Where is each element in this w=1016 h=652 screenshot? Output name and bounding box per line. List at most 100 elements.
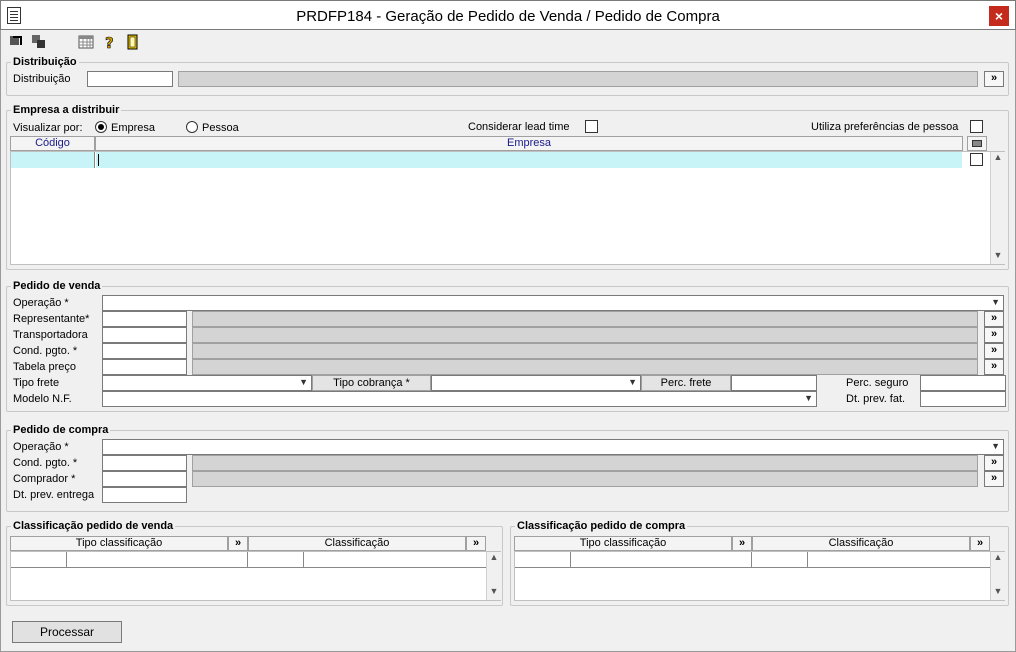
class-venda-col-class[interactable]: Classificação [248, 536, 466, 551]
representante-description [192, 311, 978, 327]
select-all-column[interactable] [967, 136, 987, 151]
class-compra-col-tipo[interactable]: Tipo classificação [514, 536, 732, 551]
distribuicao-lookup-button[interactable]: » [984, 71, 1004, 87]
class-compra-class-lookup-button[interactable]: » [970, 536, 990, 551]
col-codigo[interactable]: Código [10, 136, 95, 151]
comprador-label: Comprador * [13, 473, 76, 485]
lead-time-label: Considerar lead time [468, 121, 570, 133]
representante-label: Representante* [13, 313, 90, 325]
class-compra-row-cell[interactable] [752, 552, 808, 568]
radio-pessoa[interactable] [186, 121, 198, 133]
pref-pessoa-checkbox[interactable] [970, 120, 983, 133]
arrow-in-icon[interactable] [7, 34, 25, 52]
compra-cond-description [192, 455, 978, 471]
modelo-nf-select[interactable]: ▼ [102, 391, 817, 407]
compra-operacao-select[interactable]: ▼ [102, 439, 1004, 455]
tipo-cobranca-label: Tipo cobrança * [312, 375, 431, 391]
comprador-input[interactable] [102, 471, 187, 487]
exit-door-icon[interactable] [124, 34, 142, 52]
perc-seguro-label: Perc. seguro [846, 377, 909, 389]
perc-seguro-input[interactable] [920, 375, 1006, 391]
tipo-frete-label: Tipo frete [13, 377, 60, 389]
chevron-down-icon: ▼ [991, 297, 1000, 307]
chevron-down-icon: ▼ [804, 393, 813, 403]
select-all-icon [972, 140, 982, 147]
scroll-up-icon[interactable]: ▲ [487, 552, 501, 566]
close-button[interactable]: × [989, 6, 1009, 26]
comprador-description [192, 471, 978, 487]
class-venda-row-cell[interactable] [304, 552, 486, 568]
venda-cond-description [192, 343, 978, 359]
class-venda-legend: Classificação pedido de venda [11, 520, 176, 532]
representante-lookup-button[interactable]: » [984, 311, 1004, 327]
tipo-frete-select[interactable]: ▼ [102, 375, 312, 391]
distribuicao-code-input[interactable] [87, 71, 173, 87]
pref-pessoa-label: Utiliza preferências de pessoa [811, 121, 959, 133]
dt-fat-input[interactable] [920, 391, 1006, 407]
grid-row-empresa-cell[interactable] [96, 152, 962, 168]
class-venda-row-cell[interactable] [67, 552, 248, 568]
tabela-lookup-button[interactable]: » [984, 359, 1004, 375]
scroll-up-icon[interactable]: ▲ [991, 152, 1005, 166]
representante-input[interactable] [102, 311, 187, 327]
calendar-grid-icon[interactable] [77, 34, 95, 52]
dt-entrega-input[interactable] [102, 487, 187, 503]
scroll-up-icon[interactable]: ▲ [991, 552, 1005, 566]
tipo-cobranca-select[interactable]: ▼ [431, 375, 641, 391]
grid-row-checkbox[interactable] [970, 153, 983, 166]
venda-cond-label: Cond. pgto. * [13, 345, 78, 357]
tabela-label: Tabela preço [13, 361, 76, 373]
class-compra-row-cell[interactable] [515, 552, 571, 568]
scroll-down-icon[interactable]: ▼ [991, 586, 1005, 600]
empresa-grid[interactable] [10, 151, 1005, 265]
dt-entrega-label: Dt. prev. entrega [13, 489, 95, 501]
class-venda-row-cell[interactable] [248, 552, 304, 568]
venda-legend: Pedido de venda [11, 280, 103, 292]
class-venda-col-tipo[interactable]: Tipo classificação [10, 536, 228, 551]
window-title: PRDFP184 - Geração de Pedido de Venda / … [296, 8, 720, 25]
class-compra-scrollbar[interactable]: ▲ ▼ [990, 552, 1005, 600]
comprador-lookup-button[interactable]: » [984, 471, 1004, 487]
processar-button[interactable]: Processar [12, 621, 122, 643]
venda-cond-input[interactable] [102, 343, 187, 359]
help-icon[interactable]: ? [101, 34, 119, 53]
chevron-down-icon: ▼ [299, 377, 308, 387]
radio-empresa[interactable] [95, 121, 107, 133]
radio-empresa-label: Empresa [111, 122, 156, 134]
grid-row-codigo-cell[interactable] [11, 152, 95, 168]
compra-cond-lookup-button[interactable]: » [984, 455, 1004, 471]
chevron-down-icon: ▼ [991, 441, 1000, 451]
venda-operacao-select[interactable]: ▼ [102, 295, 1004, 311]
perc-frete-input[interactable] [731, 375, 817, 391]
class-venda-class-lookup-button[interactable]: » [466, 536, 486, 551]
svg-text:?: ? [105, 34, 114, 50]
scroll-down-icon[interactable]: ▼ [487, 586, 501, 600]
class-compra-row-cell[interactable] [571, 552, 752, 568]
venda-cond-lookup-button[interactable]: » [984, 343, 1004, 359]
transportadora-input[interactable] [102, 327, 187, 343]
compra-cond-label: Cond. pgto. * [13, 457, 78, 469]
dt-fat-label: Dt. prev. fat. [846, 393, 906, 405]
empresa-grid-scrollbar[interactable]: ▲ ▼ [990, 152, 1005, 264]
distribuicao-legend: Distribuição [11, 56, 79, 68]
class-venda-scrollbar[interactable]: ▲ ▼ [486, 552, 501, 600]
class-compra-row-cell[interactable] [808, 552, 990, 568]
class-venda-tipo-lookup-button[interactable]: » [228, 536, 248, 551]
perc-frete-label: Perc. frete [641, 375, 731, 391]
transportadora-lookup-button[interactable]: » [984, 327, 1004, 343]
transportadora-label: Transportadora [13, 329, 88, 341]
class-venda-row-cell[interactable] [11, 552, 67, 568]
class-compra-col-class[interactable]: Classificação [752, 536, 970, 551]
col-empresa[interactable]: Empresa [95, 136, 963, 151]
chevron-down-icon: ▼ [628, 377, 637, 387]
class-compra-tipo-lookup-button[interactable]: » [732, 536, 752, 551]
empresa-legend: Empresa a distribuir [11, 104, 122, 116]
transportadora-description [192, 327, 978, 343]
compra-operacao-label: Operação * [13, 441, 69, 453]
copy-icon[interactable] [30, 34, 48, 52]
tabela-input[interactable] [102, 359, 187, 375]
lead-time-checkbox[interactable] [585, 120, 598, 133]
text-cursor [98, 154, 99, 166]
compra-cond-input[interactable] [102, 455, 187, 471]
scroll-down-icon[interactable]: ▼ [991, 250, 1005, 264]
